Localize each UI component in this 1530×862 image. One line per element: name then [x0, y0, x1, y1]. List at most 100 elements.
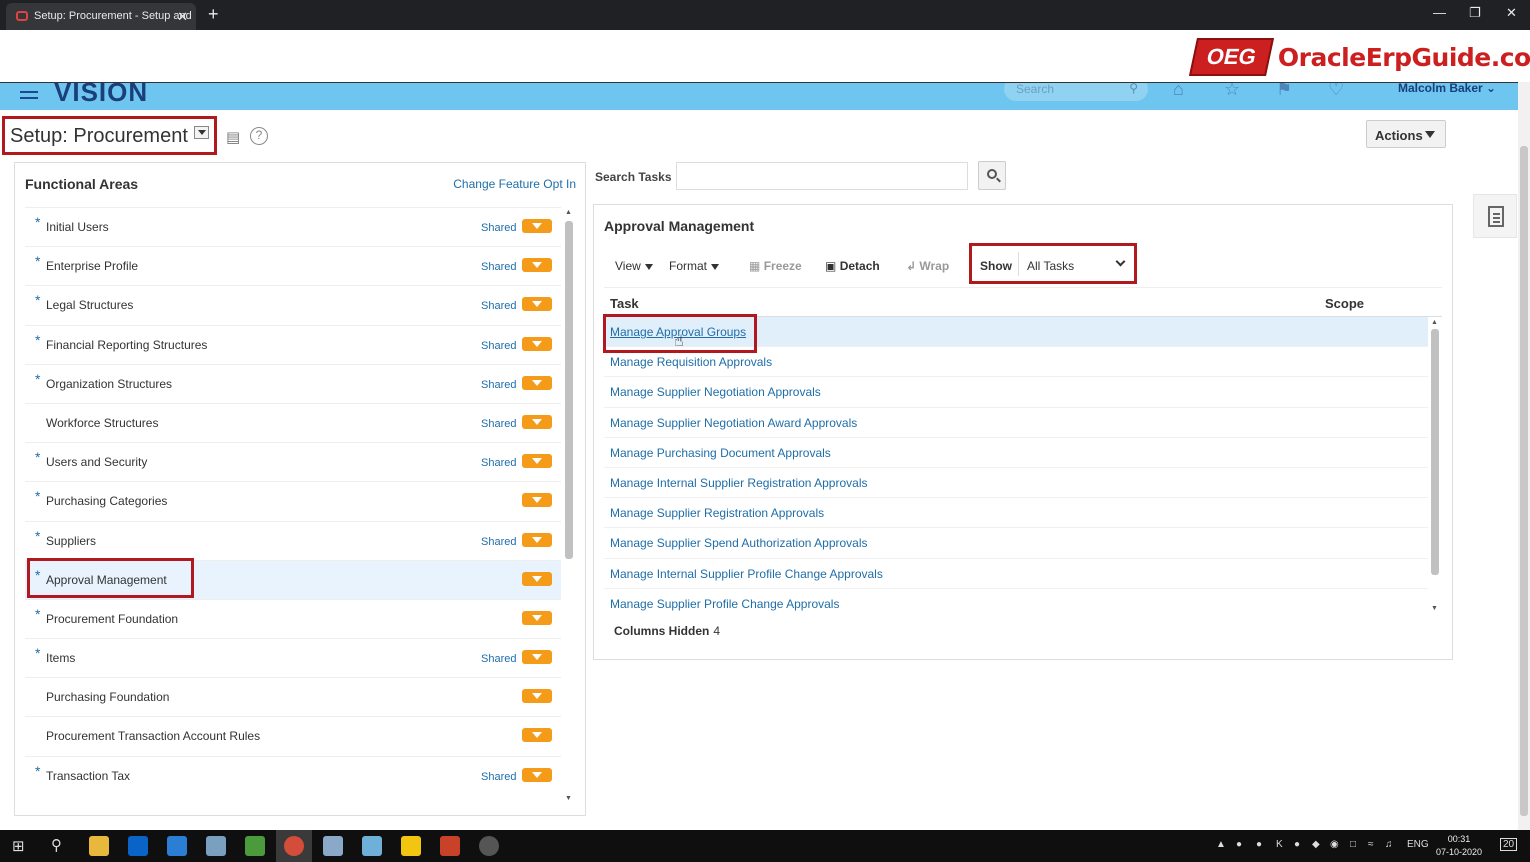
functional-area-label[interactable]: Financial Reporting Structures: [46, 338, 207, 352]
language-indicator[interactable]: ENG: [1407, 839, 1429, 850]
status-dropdown-icon[interactable]: [522, 414, 552, 429]
clock[interactable]: 00:31 07-10-2020: [1436, 833, 1482, 859]
global-search-input[interactable]: Search ⚲: [1004, 83, 1148, 101]
page-scrollbar-thumb[interactable]: [1520, 146, 1528, 816]
status-dropdown-icon[interactable]: [522, 454, 552, 469]
functional-area-label[interactable]: Workforce Structures: [46, 416, 158, 430]
outlook-icon[interactable]: [128, 836, 148, 856]
new-tab-icon[interactable]: +: [208, 4, 219, 25]
functional-area-row[interactable]: * Financial Reporting Structures Shared: [25, 324, 561, 364]
status-dropdown-icon[interactable]: [522, 336, 552, 351]
task-link[interactable]: Manage Supplier Negotiation Award Approv…: [610, 416, 857, 430]
chrome-tray-icon[interactable]: ●: [1256, 839, 1262, 850]
functional-areas-scrollbar[interactable]: ▲ ▼: [564, 209, 574, 805]
wrap-button[interactable]: ↲ Wrap: [906, 259, 949, 273]
functional-area-label[interactable]: Users and Security: [46, 455, 147, 469]
wifi-icon[interactable]: ≈: [1368, 839, 1374, 850]
functional-area-row[interactable]: * Organization Structures Shared: [25, 363, 561, 403]
functional-area-label[interactable]: Purchasing Categories: [46, 494, 167, 508]
status-dropdown-icon[interactable]: [522, 610, 552, 625]
column-header-scope[interactable]: Scope: [1325, 296, 1364, 311]
mail-icon[interactable]: [167, 836, 187, 856]
tray-app-icon[interactable]: ●: [1236, 839, 1242, 850]
task-link[interactable]: Manage Supplier Profile Change Approvals: [610, 597, 839, 611]
actions-button[interactable]: Actions: [1366, 120, 1446, 148]
task-row[interactable]: Manage Supplier Registration Approvals: [604, 498, 1428, 529]
tasks-scrollbar-thumb[interactable]: [1431, 329, 1439, 575]
media-player-icon[interactable]: [479, 836, 499, 856]
shared-link[interactable]: Shared: [481, 457, 516, 469]
tray-window-icon[interactable]: □: [1350, 839, 1356, 850]
watchlist-flag-icon[interactable]: ⚑: [1276, 83, 1292, 100]
volume-icon[interactable]: ♫: [1385, 839, 1393, 850]
functional-area-row[interactable]: * Suppliers Shared: [25, 520, 561, 560]
search-icon[interactable]: ⚲: [1129, 83, 1138, 95]
shared-link[interactable]: Shared: [481, 379, 516, 391]
functional-area-row[interactable]: * Initial Users Shared: [25, 207, 561, 246]
shared-link[interactable]: Shared: [481, 261, 516, 273]
view-menu[interactable]: View: [615, 259, 653, 273]
task-link[interactable]: Manage Supplier Negotiation Approvals: [610, 385, 821, 399]
functional-area-label[interactable]: Suppliers: [46, 534, 96, 548]
functional-area-label[interactable]: Organization Structures: [46, 377, 172, 391]
shared-link[interactable]: Shared: [481, 771, 516, 783]
chrome-icon[interactable]: [284, 836, 304, 856]
windows-start-icon[interactable]: ⊞: [12, 837, 25, 855]
functional-area-row[interactable]: * Users and Security Shared: [25, 442, 561, 481]
task-row[interactable]: Manage Internal Supplier Profile Change …: [604, 559, 1428, 589]
functional-area-label[interactable]: Purchasing Foundation: [46, 690, 169, 704]
dropbox-icon[interactable]: ◆: [1312, 839, 1320, 850]
status-dropdown-icon[interactable]: [522, 571, 552, 586]
page-title-dropdown-icon[interactable]: [193, 126, 209, 139]
functional-area-row[interactable]: * Transaction Tax Shared: [25, 755, 561, 795]
contextual-area-icon[interactable]: [1473, 194, 1517, 238]
functional-area-row[interactable]: * Legal Structures Shared: [25, 285, 561, 324]
task-row[interactable]: Manage Internal Supplier Registration Ap…: [604, 468, 1428, 499]
shopping-list-icon[interactable]: ▤: [226, 128, 240, 146]
browser-tab[interactable]: Setup: Procurement - Setup and ✕: [6, 3, 196, 30]
status-dropdown-icon[interactable]: [522, 297, 552, 312]
shared-link[interactable]: Shared: [481, 340, 516, 352]
change-feature-opt-in-link[interactable]: Change Feature Opt In: [453, 177, 576, 191]
task-row[interactable]: Manage Supplier Negotiation Award Approv…: [604, 408, 1428, 438]
app-icon[interactable]: [362, 836, 382, 856]
paint-icon[interactable]: [323, 836, 343, 856]
status-dropdown-icon[interactable]: [522, 258, 552, 273]
task-link[interactable]: Manage Internal Supplier Registration Ap…: [610, 476, 867, 490]
restore-icon[interactable]: ❐: [1469, 5, 1481, 21]
functional-area-label[interactable]: Transaction Tax: [46, 769, 130, 783]
functional-area-label[interactable]: Procurement Transaction Account Rules: [46, 729, 260, 743]
functional-area-label[interactable]: Enterprise Profile: [46, 259, 138, 273]
task-link[interactable]: Manage Internal Supplier Profile Change …: [610, 567, 883, 581]
functional-area-label[interactable]: Initial Users: [46, 220, 109, 234]
page-scrollbar[interactable]: [1518, 82, 1530, 830]
task-link[interactable]: Manage Requisition Approvals: [610, 355, 772, 369]
shared-link[interactable]: Shared: [481, 653, 516, 665]
status-dropdown-icon[interactable]: [522, 493, 552, 508]
help-icon[interactable]: ?: [250, 127, 268, 145]
notepad-icon[interactable]: [245, 836, 265, 856]
taskbar-search-icon[interactable]: ⚲: [51, 836, 62, 854]
status-dropdown-icon[interactable]: [522, 689, 552, 704]
status-dropdown-icon[interactable]: [522, 728, 552, 743]
functional-area-row[interactable]: * Items Shared: [25, 638, 561, 677]
status-dropdown-icon[interactable]: [522, 767, 552, 782]
tray-k-icon[interactable]: K: [1276, 839, 1283, 850]
close-tab-icon[interactable]: ✕: [177, 3, 188, 30]
powerpoint-icon[interactable]: [440, 836, 460, 856]
shield-icon[interactable]: ▲: [1216, 839, 1226, 850]
task-row[interactable]: Manage Supplier Profile Change Approvals: [604, 589, 1428, 617]
navigator-menu-icon[interactable]: [20, 87, 38, 103]
status-dropdown-icon[interactable]: [522, 375, 552, 390]
scroll-up-icon[interactable]: ▲: [565, 209, 572, 216]
shared-link[interactable]: Shared: [481, 418, 516, 430]
status-dropdown-icon[interactable]: [522, 219, 552, 233]
functional-area-row[interactable]: Workforce Structures Shared: [25, 402, 561, 442]
task-link[interactable]: Manage Supplier Registration Approvals: [610, 506, 824, 520]
functional-area-label[interactable]: Items: [46, 651, 75, 665]
search-tasks-button[interactable]: [978, 161, 1006, 190]
task-link[interactable]: Manage Purchasing Document Approvals: [610, 446, 831, 460]
functional-area-row[interactable]: Purchasing Foundation: [25, 677, 561, 716]
sticky-notes-icon[interactable]: [401, 836, 421, 856]
home-icon[interactable]: ⌂: [1173, 83, 1184, 100]
